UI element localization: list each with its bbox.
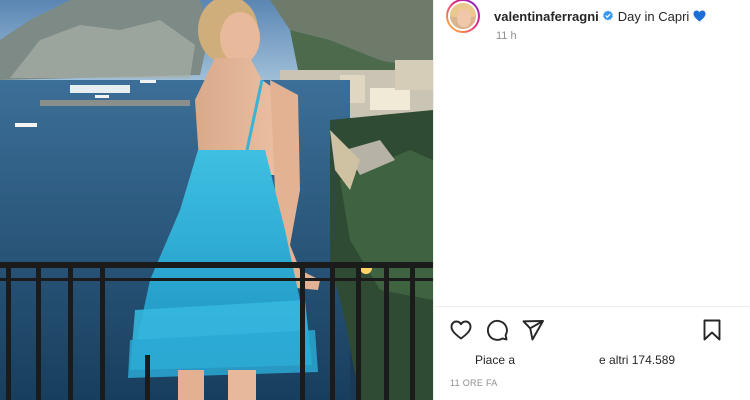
comment-button[interactable]	[485, 318, 509, 342]
section-divider	[434, 306, 750, 307]
caption-text: Day in Capri	[617, 8, 690, 24]
post-photo[interactable]	[0, 0, 433, 400]
like-button[interactable]	[449, 318, 473, 342]
caption: valentinaferragni Day in Capri	[494, 9, 706, 24]
blue-heart-icon	[693, 10, 706, 22]
share-button[interactable]	[521, 318, 545, 342]
post-timestamp[interactable]: 11 ORE FA	[450, 378, 498, 388]
verified-badge-icon	[602, 10, 613, 21]
likes-count[interactable]: 174.589	[632, 353, 675, 367]
paper-plane-icon	[522, 320, 544, 341]
post-photo-scene	[0, 0, 433, 400]
avatar[interactable]	[446, 0, 480, 33]
comment-icon	[486, 319, 508, 341]
avatar-image	[448, 1, 478, 31]
likes-summary[interactable]: Piace a e altri 174.589	[475, 353, 675, 367]
bookmark-icon	[703, 319, 721, 341]
likes-suffix: e altri	[599, 353, 629, 367]
username-link[interactable]: valentinaferragni	[494, 9, 599, 24]
heart-icon	[450, 320, 472, 340]
save-button[interactable]	[700, 318, 724, 342]
action-bar	[434, 318, 750, 344]
likes-prefix: Piace a	[475, 353, 516, 367]
comment-time: 11 h	[496, 30, 517, 42]
caption-row: valentinaferragni Day in Capri	[446, 0, 746, 33]
post-side-panel: valentinaferragni Day in Capri 11 h Piac…	[433, 0, 750, 400]
